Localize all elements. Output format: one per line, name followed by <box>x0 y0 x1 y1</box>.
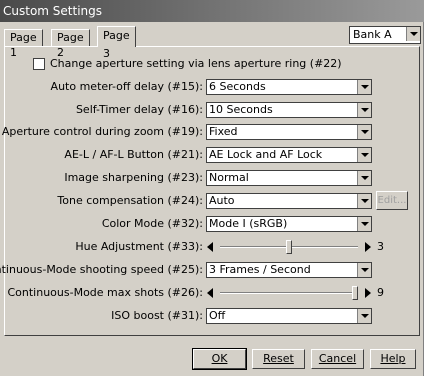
auto-meter-off-label: Auto meter-off delay (#15): <box>50 80 203 93</box>
help-button[interactable]: Help <box>370 349 416 369</box>
tab-page-3[interactable]: Page 3 <box>97 26 136 60</box>
ok-button-label: OK <box>211 352 228 365</box>
arrow-right-icon[interactable] <box>365 242 371 252</box>
sharpening-value: Normal <box>209 171 249 184</box>
cancel-button-label: Cancel <box>318 352 357 365</box>
tab-page-1[interactable]: Page 1 <box>4 29 43 59</box>
iso-boost-select[interactable]: Off <box>206 308 372 324</box>
auto-meter-off-select[interactable]: 6 Seconds <box>206 79 372 95</box>
custom-settings-window: Custom Settings Page 1 Page 2 Page 3 Ban… <box>0 0 424 376</box>
sharpening-label: Image sharpening (#23): <box>64 171 203 184</box>
reset-button-label: Reset <box>263 352 294 365</box>
aperture-ring-checkbox[interactable] <box>33 58 45 70</box>
ae-af-button-value: AE Lock and AF Lock <box>209 148 323 161</box>
tone-select[interactable]: Auto <box>206 193 372 209</box>
aperture-zoom-value: Fixed <box>209 125 238 138</box>
chevron-down-icon[interactable] <box>357 148 371 162</box>
chevron-down-icon[interactable] <box>357 103 371 117</box>
self-timer-label: Self-Timer delay (#16): <box>75 103 203 116</box>
cont-max-value: 9 <box>377 286 384 299</box>
self-timer-select[interactable]: 10 Seconds <box>206 102 372 118</box>
hue-value: 3 <box>377 240 384 253</box>
sharpening-select[interactable]: Normal <box>206 170 372 186</box>
tone-value: Auto <box>209 194 235 207</box>
slider-thumb[interactable] <box>352 286 358 300</box>
auto-meter-off-value: 6 Seconds <box>209 80 266 93</box>
hue-label: Hue Adjustment (#33): <box>75 240 203 253</box>
aperture-zoom-label: Aperture control during zoom (#19): <box>1 125 203 138</box>
chevron-down-icon[interactable] <box>357 80 371 94</box>
ok-button[interactable]: OK <box>192 348 247 370</box>
chevron-down-icon[interactable] <box>357 217 371 231</box>
cont-speed-value: 3 Frames / Second <box>209 263 311 276</box>
chevron-down-icon[interactable] <box>406 27 420 41</box>
ae-af-button-select[interactable]: AE Lock and AF Lock <box>206 147 372 163</box>
reset-button[interactable]: Reset <box>252 349 305 369</box>
bank-select[interactable]: Bank A <box>349 26 421 44</box>
cont-max-slider[interactable] <box>206 285 372 301</box>
chevron-down-icon[interactable] <box>357 309 371 323</box>
color-mode-label: Color Mode (#32): <box>101 217 203 230</box>
bank-select-value: Bank A <box>353 28 392 41</box>
color-mode-value: Mode I (sRGB) <box>209 217 288 230</box>
cont-speed-label: Continuous-Mode shooting speed (#25): <box>0 263 203 276</box>
iso-boost-value: Off <box>209 309 226 322</box>
cont-max-label: Continuous-Mode max shots (#26): <box>7 286 203 299</box>
color-mode-select[interactable]: Mode I (sRGB) <box>206 216 372 232</box>
slider-track <box>220 292 358 294</box>
tone-label: Tone compensation (#24): <box>57 194 203 207</box>
chevron-down-icon[interactable] <box>357 263 371 277</box>
chevron-down-icon[interactable] <box>357 194 371 208</box>
cont-speed-select[interactable]: 3 Frames / Second <box>206 262 372 278</box>
slider-thumb[interactable] <box>286 240 292 254</box>
ae-af-button-label: AE-L / AF-L Button (#21): <box>64 148 203 161</box>
hue-slider[interactable] <box>206 239 372 255</box>
tone-edit-button[interactable]: Edit... <box>376 191 408 210</box>
window-title: Custom Settings <box>0 0 424 22</box>
arrow-left-icon[interactable] <box>207 288 213 298</box>
chevron-down-icon[interactable] <box>357 171 371 185</box>
chevron-down-icon[interactable] <box>357 125 371 139</box>
help-button-label: Help <box>380 352 406 365</box>
arrow-right-icon[interactable] <box>365 288 371 298</box>
tab-page-2[interactable]: Page 2 <box>51 29 90 59</box>
aperture-zoom-select[interactable]: Fixed <box>206 124 372 140</box>
aperture-ring-checkbox-label: Change aperture setting via lens apertur… <box>50 57 342 70</box>
self-timer-value: 10 Seconds <box>209 103 273 116</box>
cancel-button[interactable]: Cancel <box>311 349 364 369</box>
arrow-left-icon[interactable] <box>207 242 213 252</box>
iso-boost-label: ISO boost (#31): <box>111 309 203 322</box>
